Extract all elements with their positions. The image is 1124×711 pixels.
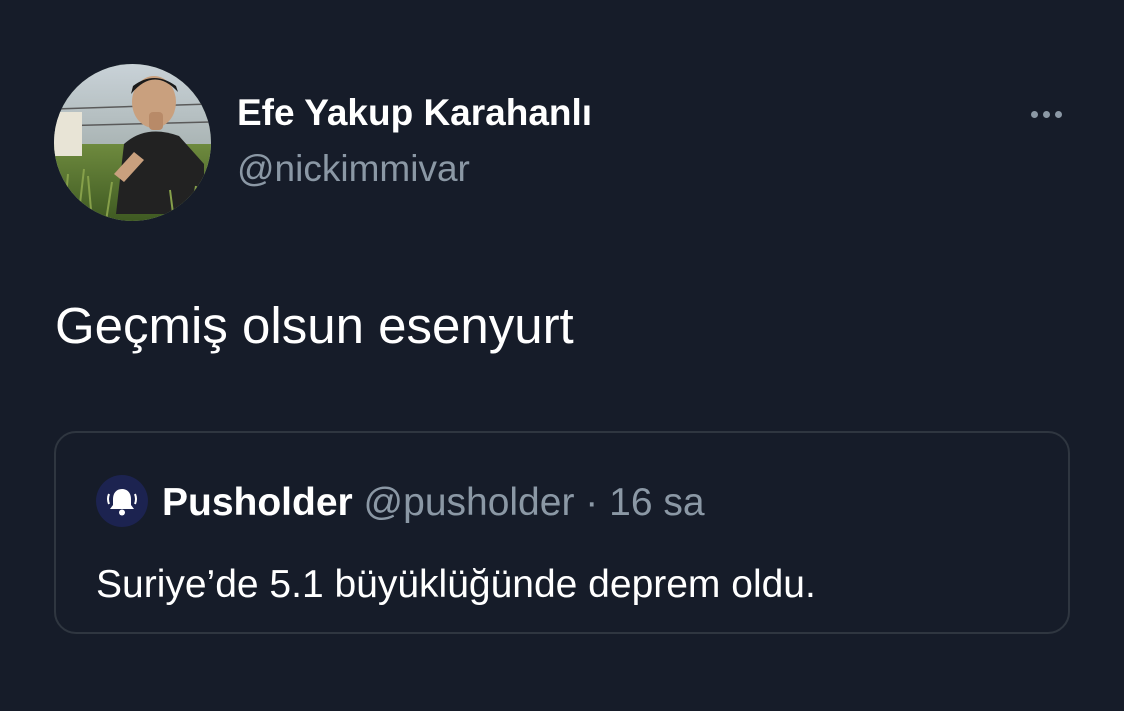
author-name[interactable]: Efe Yakup Karahanlı: [237, 92, 592, 134]
header-separator: ·: [585, 481, 599, 524]
more-horizontal-icon: [1042, 110, 1050, 118]
author-avatar[interactable]: [54, 64, 211, 221]
quoted-tweet-card[interactable]: Pusholder @pusholder · 16 sa Suriye’de 5…: [54, 431, 1070, 634]
more-horizontal-icon: [1054, 110, 1062, 118]
tweet-text: Geçmiş olsun esenyurt: [55, 297, 574, 354]
author-handle[interactable]: @nickimmivar: [237, 148, 470, 190]
quoted-author-name[interactable]: Pusholder: [162, 481, 353, 524]
bell-icon: [107, 489, 137, 516]
more-options-button[interactable]: [1022, 96, 1070, 132]
quoted-author-avatar[interactable]: [96, 475, 148, 527]
tweet: Efe Yakup Karahanlı @nickimmivar Geçmiş …: [0, 0, 1124, 711]
quoted-author-handle[interactable]: @pusholder: [364, 481, 575, 524]
quoted-tweet-header: Pusholder @pusholder · 16 sa: [162, 481, 705, 525]
more-horizontal-icon: [1030, 110, 1038, 118]
quoted-tweet-text: Suriye’de 5.1 büyüklüğünde deprem oldu.: [96, 563, 816, 606]
quoted-tweet-time[interactable]: 16 sa: [609, 481, 704, 524]
